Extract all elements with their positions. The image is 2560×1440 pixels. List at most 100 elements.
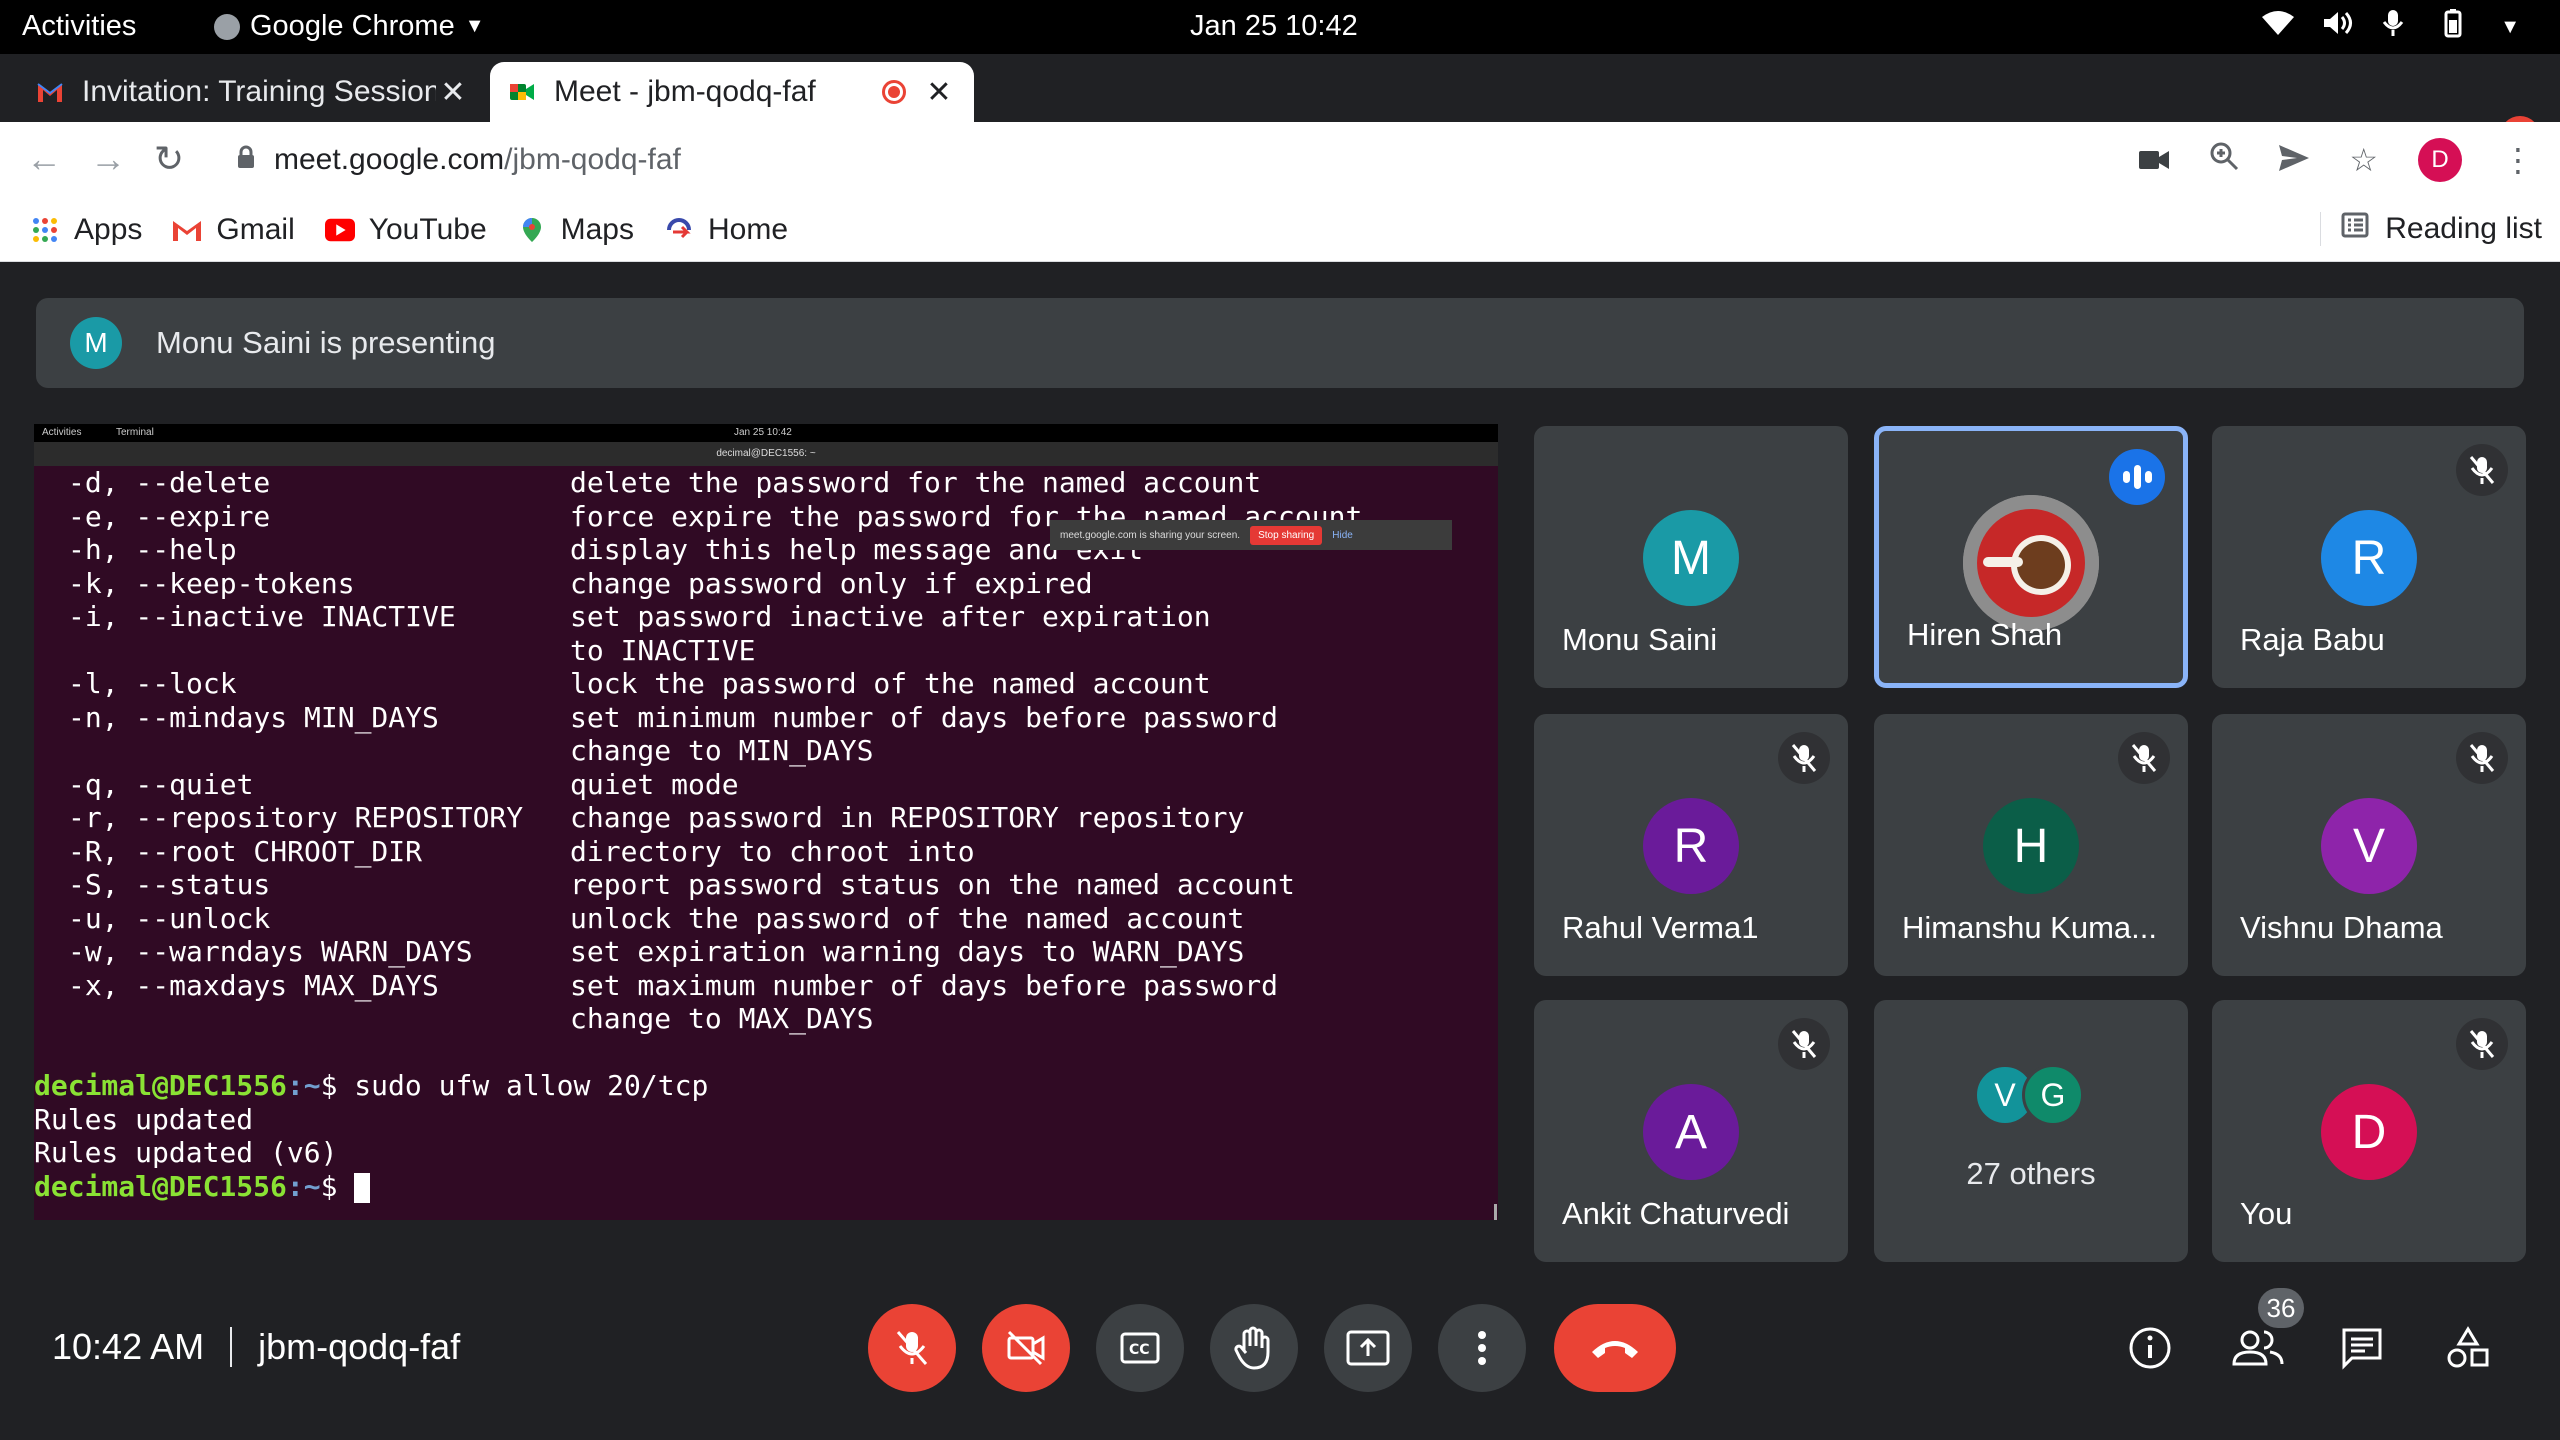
participant-avatar: M [1643, 510, 1739, 606]
system-clock[interactable]: Jan 25 10:42 [1190, 10, 1358, 43]
tab-strip: Invitation: Training Session ✕ Meet - jb… [0, 54, 2560, 163]
youtube-icon [324, 215, 355, 245]
option-description: set expiration warning days to WARN_DAYS [570, 935, 1245, 968]
reload-icon[interactable]: ↻ [154, 138, 184, 180]
participant-tile[interactable]: A Ankit Chaturvedi [1534, 1000, 1848, 1262]
close-icon[interactable]: ✕ [436, 75, 470, 110]
stop-sharing-button: Stop sharing [1250, 525, 1323, 545]
prompt-user: decimal@DEC1556 [34, 1169, 287, 1203]
zoom-icon[interactable] [2209, 141, 2239, 179]
terminal-line: change to MAX_DAYS [34, 1002, 1498, 1036]
leave-call-button[interactable] [1554, 1304, 1676, 1392]
bookmark-apps[interactable]: Apps [30, 213, 142, 247]
mic-off-icon [1778, 732, 1830, 784]
option-flag: -u, --unlock [68, 901, 271, 935]
bookmark-maps[interactable]: Maps [517, 213, 634, 247]
chat-icon [2342, 1328, 2382, 1370]
meeting-details-button[interactable] [2118, 1316, 2182, 1380]
bookmarks-bar: Apps Gmail YouTube Maps Home Reading lis… [0, 198, 2560, 262]
option-description: report password status on the named acco… [570, 868, 1295, 901]
terminal-prompt-line: decimal@DEC1556:~$ [34, 1170, 1498, 1204]
reading-list-button[interactable]: Reading list [2320, 212, 2542, 246]
participant-name: Himanshu Kuma... [1902, 910, 2157, 945]
send-icon[interactable] [2279, 142, 2310, 179]
url-path: /jbm-qodq-faf [504, 143, 681, 176]
prompt-path: :~ [286, 1169, 321, 1203]
system-top-bar: Activities Google Chrome ▼ Jan 25 10:42 … [0, 0, 2560, 54]
shared-screen: Activities Terminal Jan 25 10:42 decimal… [34, 424, 1498, 1220]
toolbar-actions: ☆ D ⋮ [2139, 138, 2534, 182]
mic-off-icon [2456, 1018, 2508, 1070]
forward-icon[interactable]: → [90, 138, 126, 180]
terminal-line: -l, --lock lock the password of the named… [34, 667, 1498, 701]
bookmark-label: Home [707, 212, 789, 246]
chat-button[interactable] [2330, 1316, 2394, 1380]
participant-tile[interactable]: H Himanshu Kuma... [1874, 714, 2188, 976]
people-button[interactable] [2226, 1316, 2290, 1380]
bookmark-home[interactable]: Home [664, 213, 788, 247]
option-flag: -k, --keep-tokens [68, 566, 355, 600]
present-screen-button[interactable] [1324, 1304, 1412, 1392]
option-description: unlock the password of the named account [570, 901, 1245, 935]
mic-off-icon [2456, 444, 2508, 496]
tab-meet[interactable]: Meet - jbm-qodq-faf ✕ [490, 62, 974, 122]
participant-tile[interactable]: V Vishnu Dhama [2212, 714, 2526, 976]
system-tray[interactable]: ▼ [2262, 8, 2520, 46]
participant-tile[interactable]: R Raja Babu [2212, 426, 2526, 688]
bookmark-label: Gmail [216, 212, 295, 246]
menu-kebab-icon[interactable]: ⋮ [2502, 141, 2534, 179]
presenting-banner: M Monu Saini is presenting [36, 298, 2524, 388]
option-description: quiet mode [570, 767, 739, 801]
browser-toolbar: ← → ↻ meet.google.com/jbm-qodq-faf ☆ D ⋮ [0, 122, 2560, 198]
presenter-avatar: M [70, 317, 122, 369]
option-description: change password in REPOSITORY repository [570, 801, 1245, 834]
bookmark-gmail[interactable]: Gmail [172, 212, 295, 247]
others-label: 27 others [1966, 1156, 2096, 1191]
activities-button[interactable]: Activities [22, 10, 136, 43]
mic-off-icon [2118, 732, 2170, 784]
meeting-code: jbm-qodq-faf [258, 1326, 461, 1367]
terminal-line: -k, --keep-tokens change password only if… [34, 567, 1498, 601]
participant-tile[interactable]: R Rahul Verma1 [1534, 714, 1848, 976]
captions-icon: CC [1120, 1332, 1160, 1364]
option-description: set minimum number of days before passwo… [570, 700, 1279, 734]
back-icon[interactable]: ← [26, 138, 62, 180]
terminal-line: to INACTIVE [34, 634, 1498, 668]
participant-tile[interactable]: M Monu Saini [1534, 426, 1848, 688]
bookmark-youtube[interactable]: YouTube [324, 213, 487, 247]
shared-system-bar: Activities Terminal Jan 25 10:42 [34, 424, 1498, 442]
call-controls-bar: 10:42 AM jbm-qodq-faf CC 36 [0, 1246, 2560, 1440]
more-options-button[interactable] [1438, 1304, 1526, 1392]
profile-avatar[interactable]: D [2418, 138, 2462, 182]
tab-gmail-invitation[interactable]: Invitation: Training Session ✕ [18, 62, 488, 122]
meet-call-view: M Monu Saini is presenting Activities Te… [0, 262, 2560, 1440]
microphone-toggle-button[interactable] [868, 1304, 956, 1392]
others-tile[interactable]: V G 27 others [1874, 1000, 2188, 1262]
activities-button-meet[interactable] [2436, 1316, 2500, 1380]
participant-tile[interactable]: D You [2212, 1000, 2526, 1262]
terminal-command: sudo ufw allow 20/tcp [337, 1069, 709, 1102]
terminal-prompt-line: decimal@DEC1556:~$ sudo ufw allow 20/tcp [34, 1069, 1498, 1103]
option-description: lock the password of the named account [570, 667, 1211, 700]
star-icon[interactable]: ☆ [2349, 141, 2378, 179]
participant-avatar: A [1643, 1084, 1739, 1180]
camera-icon[interactable] [2139, 142, 2170, 179]
option-description: set maximum number of days before passwo… [570, 968, 1279, 1002]
terminal-line: -R, --root CHROOT_DIR directory to chroot… [34, 835, 1498, 869]
call-end-icon [1592, 1341, 1638, 1358]
wifi-icon [2262, 9, 2295, 45]
option-flag [34, 634, 570, 668]
participant-tile[interactable]: Hiren Shah [1874, 426, 2188, 688]
app-menu[interactable]: Google Chrome ▼ [214, 10, 485, 43]
raise-hand-button[interactable] [1210, 1304, 1298, 1392]
option-flag: -R, --root CHROOT_DIR [68, 834, 423, 868]
hand-icon [1234, 1326, 1270, 1370]
captions-button[interactable]: CC [1096, 1304, 1184, 1392]
hide-link: Hide [1332, 529, 1353, 541]
present-icon [1346, 1330, 1390, 1366]
option-description: directory to chroot into [570, 834, 975, 868]
camera-toggle-button[interactable] [982, 1304, 1070, 1392]
participant-name: You [2240, 1196, 2293, 1231]
close-icon[interactable]: ✕ [922, 75, 956, 110]
